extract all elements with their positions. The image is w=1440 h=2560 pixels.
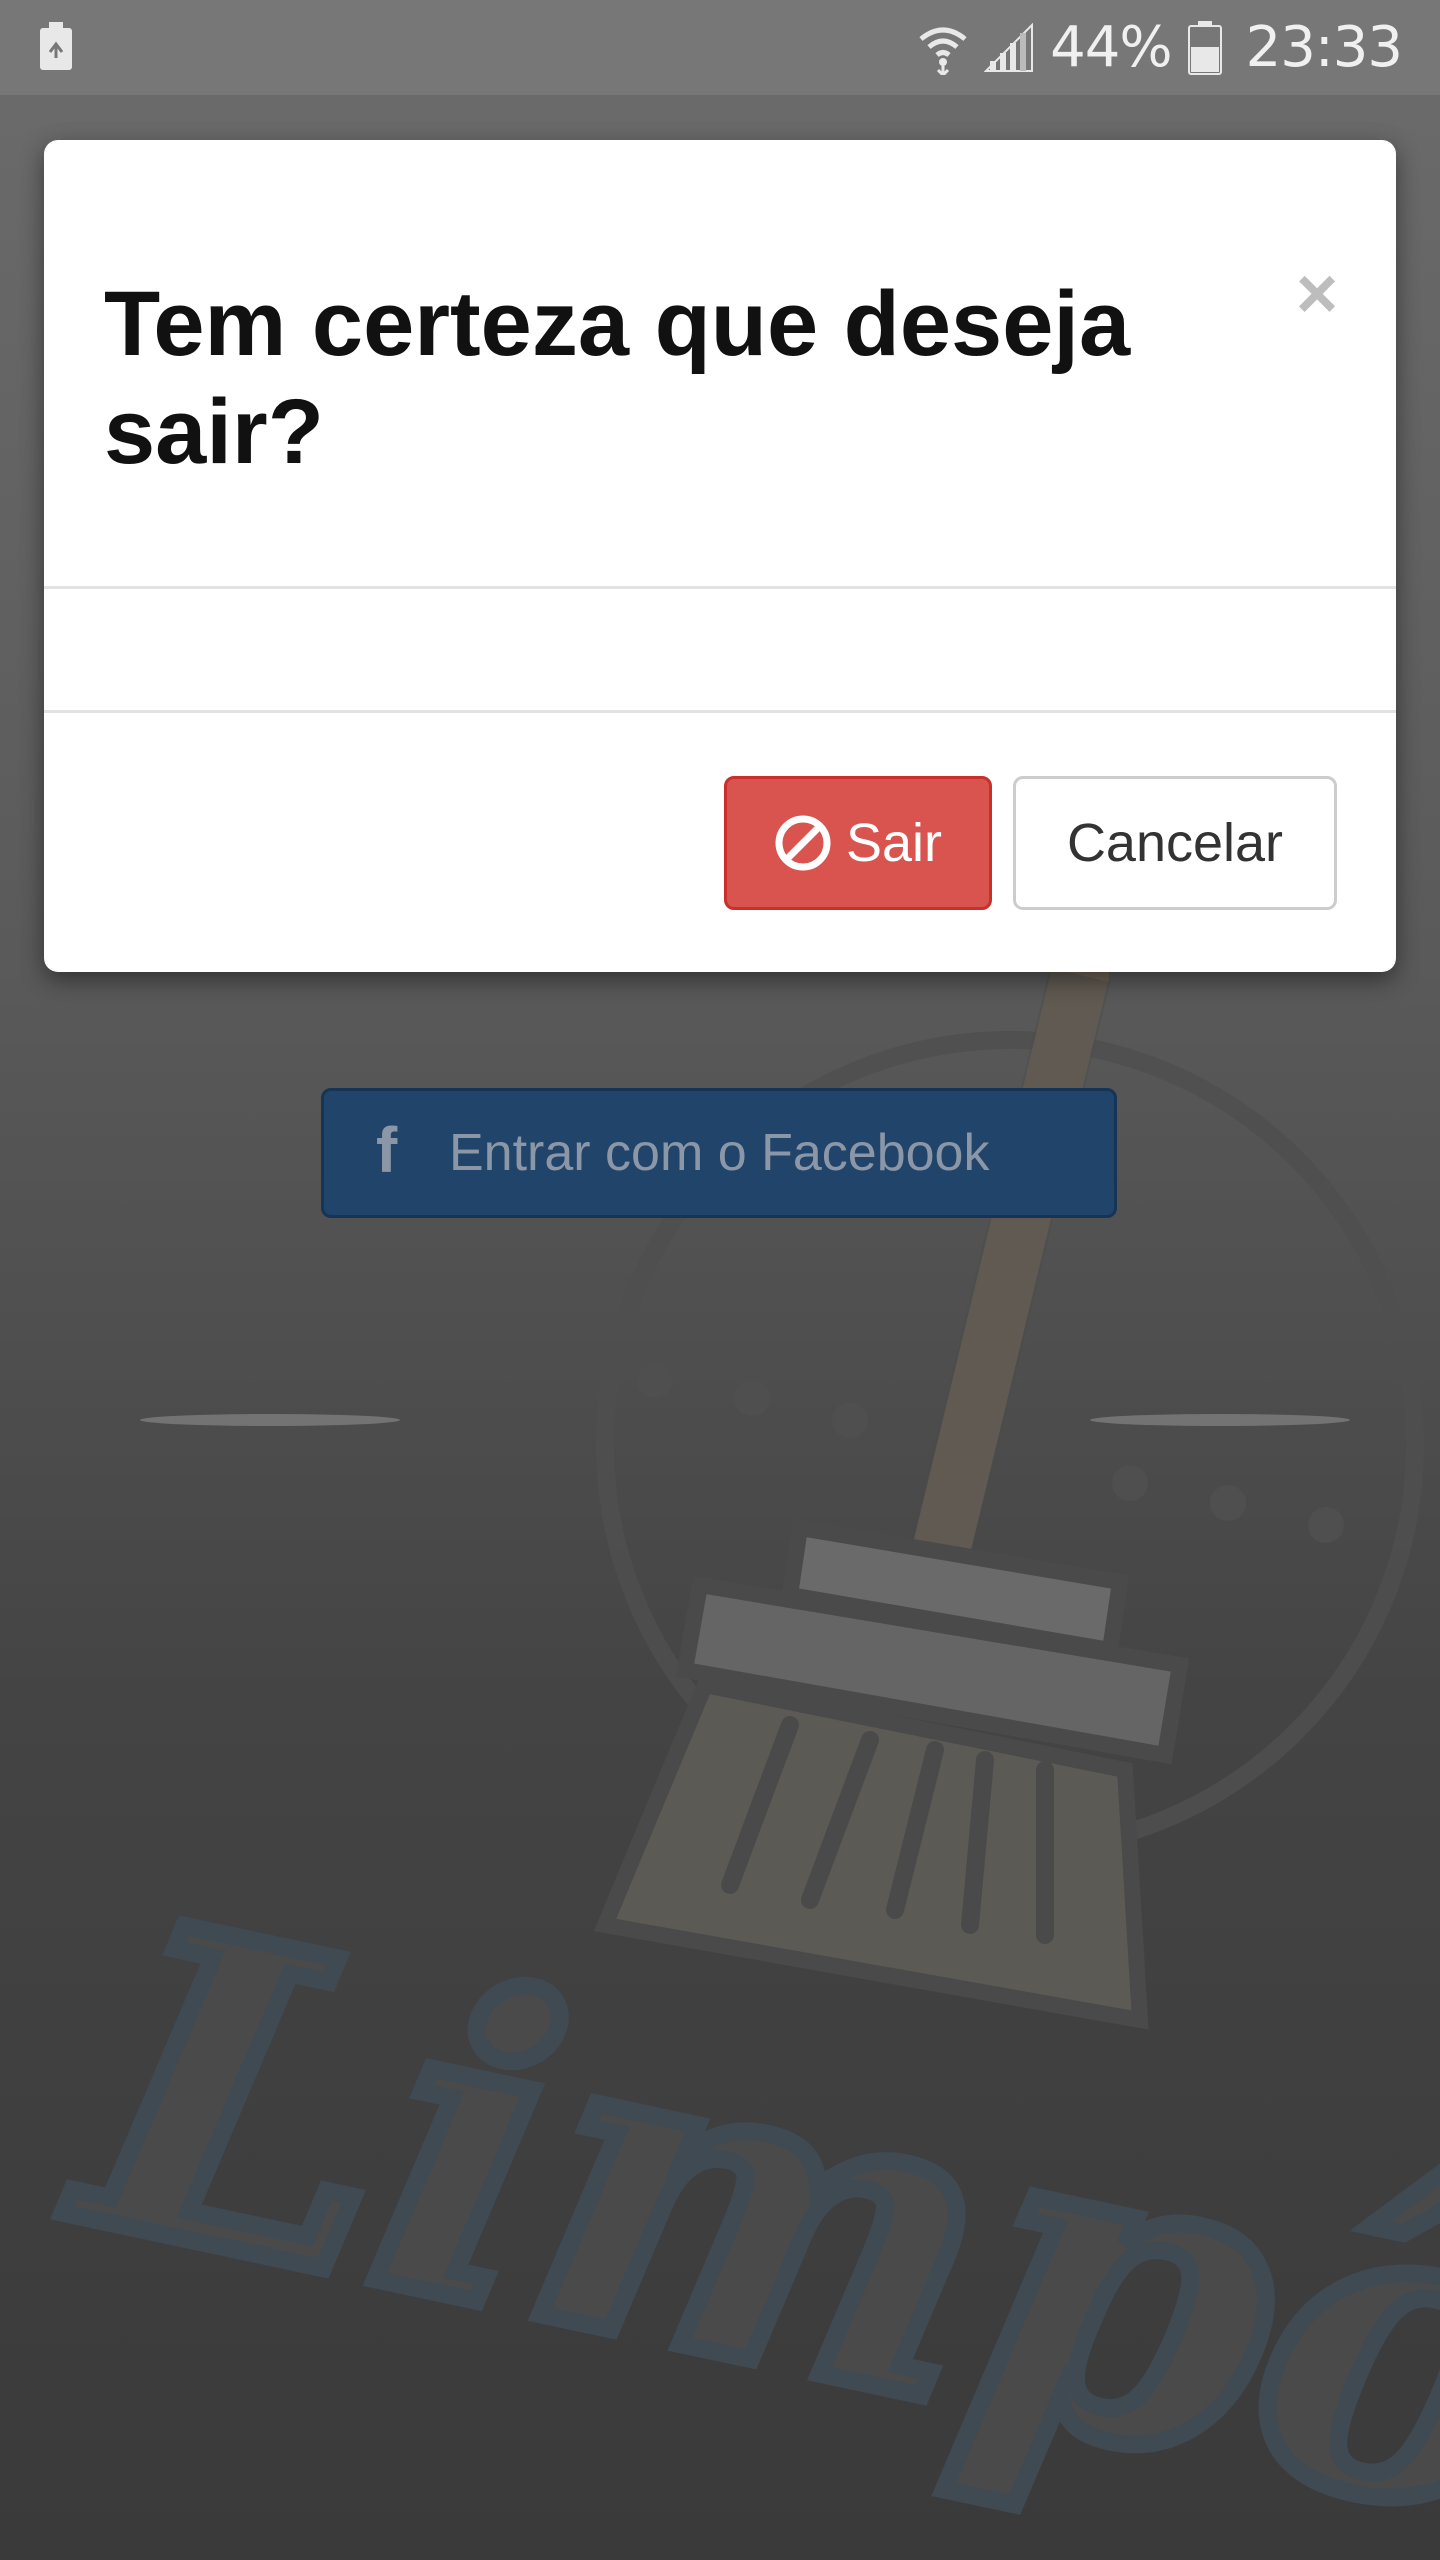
facebook-login-label: Entrar com o Facebook [449,1124,990,1182]
facebook-icon: f [376,1114,398,1186]
dialog-title: Tem certeza que deseja sair? [104,273,1131,483]
ban-icon [775,815,831,871]
battery-saver-icon [40,22,72,70]
cancel-button[interactable]: Cancelar [1013,776,1337,910]
battery-icon [1187,20,1222,75]
clock: 23:33 [1245,15,1403,80]
battery-percent: 44% [1050,15,1172,80]
status-bar-right: 44% 23:33 [918,0,1403,95]
close-icon[interactable]: × [1296,258,1338,330]
exit-button[interactable]: Sair [724,776,992,910]
facebook-login-button[interactable]: f Entrar com o Facebook [321,1088,1117,1218]
logout-confirm-dialog: Tem certeza que deseja sair? × Sair Canc… [44,140,1396,972]
status-bar: 44% 23:33 [0,0,1440,95]
cancel-button-label: Cancelar [1066,813,1284,873]
signal-icon [984,22,1034,72]
footer-divider [44,710,1396,713]
header-divider [44,586,1396,589]
exit-button-label: Sair [845,813,943,873]
wifi-icon [919,27,967,75]
